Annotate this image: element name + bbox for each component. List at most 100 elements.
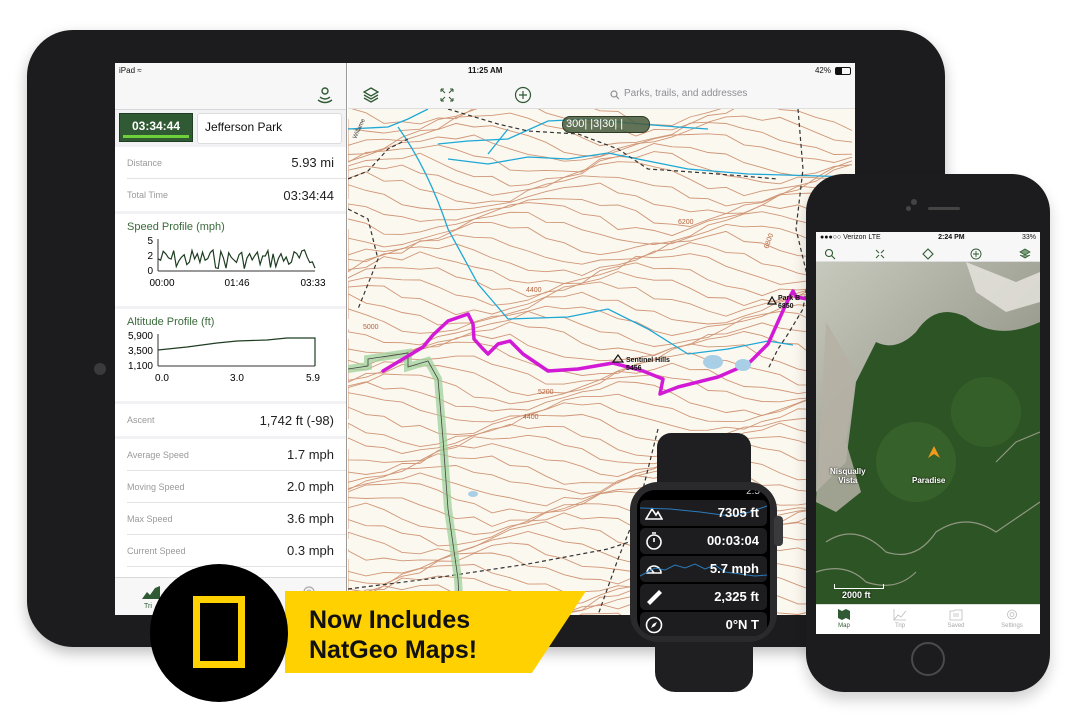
device-name: iPad	[119, 66, 136, 75]
watch-row-distance[interactable]: 2,325 ft	[640, 584, 767, 610]
contour-line	[348, 304, 853, 336]
contour-line	[348, 133, 853, 163]
locate-icon[interactable]	[922, 248, 934, 260]
map-search-input[interactable]: Parks, trails, and addresses	[624, 88, 747, 99]
contour-line	[348, 192, 853, 227]
tab-label: Saved	[947, 623, 965, 629]
phone-battery: 33%	[1021, 234, 1036, 241]
satellite-map[interactable]: Nisqually Vista Paradise 2000 ft	[816, 262, 1040, 604]
stat-row-ascent: Ascent 1,742 ft (-98)	[127, 404, 346, 436]
phone-home-button[interactable]	[911, 642, 945, 676]
search-icon	[610, 90, 620, 100]
stat-row-max-speed: Max Speed 3.6 mph	[127, 503, 346, 535]
contour-label: 6200	[678, 219, 694, 226]
add-icon[interactable]	[970, 248, 982, 260]
battery-icon	[835, 67, 851, 75]
watch-value: 7305 ft	[717, 505, 759, 520]
tab-label: Trip	[894, 623, 906, 629]
watch-crown[interactable]	[774, 516, 783, 546]
y-tick: 5,900	[128, 331, 153, 342]
trip-name-field[interactable]: Jefferson Park	[197, 113, 342, 144]
status-battery: 42%	[814, 66, 831, 75]
x-tick: 01:46	[224, 278, 249, 289]
y-tick: 0	[147, 266, 153, 277]
tab-label: Settings	[1001, 623, 1023, 629]
ipad-status-bar: iPad ≈	[115, 63, 346, 81]
watch-row-speed[interactable]: 5.7 mph	[640, 556, 767, 582]
gear-icon	[1007, 609, 1017, 620]
natgeo-logo-icon	[193, 596, 245, 668]
trip-panel: iPad ≈ 03:34:44 Jefferson Park Distance …	[115, 63, 347, 615]
tab-saved[interactable]: Saved	[928, 605, 984, 634]
contour-line	[348, 401, 853, 436]
altitude-profile-chart: 5,900 3,500 1,100 0.0 3.0 5.9	[128, 331, 320, 384]
watch-value: 00:03:04	[706, 533, 759, 548]
stat-label: Moving Speed	[127, 481, 185, 492]
natgeo-banner-text: Now Includes NatGeo Maps!	[309, 605, 477, 665]
watch-value: 5.7 mph	[709, 561, 759, 576]
y-tick: 5	[147, 236, 153, 247]
trip-timer[interactable]: 03:34:44	[119, 113, 193, 142]
fullscreen-icon[interactable]	[438, 86, 456, 104]
layers-icon[interactable]	[362, 86, 380, 104]
add-icon[interactable]	[514, 86, 532, 104]
altitude-profile-title: Altitude Profile (ft)	[127, 316, 215, 328]
phone-tab-bar: Map Trip Saved Settings	[816, 604, 1040, 634]
stat-row-moving-speed: Moving Speed 2.0 mph	[127, 471, 346, 503]
peak-elevation: 6850	[778, 303, 794, 310]
stat-label: Average Speed	[127, 449, 189, 460]
contour-label: 5200	[538, 389, 554, 396]
stat-value: 5.93 mi	[291, 155, 334, 170]
contour-line	[348, 230, 853, 267]
contour-line	[348, 381, 853, 417]
tab-map[interactable]: Map	[816, 605, 872, 634]
tab-settings[interactable]: Settings	[984, 605, 1040, 634]
stat-row-average-speed: Average Speed 1.7 mph	[127, 439, 346, 471]
peak-label-park: Park B	[778, 295, 800, 302]
map-icon	[838, 609, 850, 620]
trip-tab-label[interactable]: Tri	[144, 603, 152, 610]
watch-value: 2,325 ft	[714, 589, 759, 604]
speed-profile-card: Speed Profile (mph) 5 2 0 00:00 01:46 03…	[115, 214, 346, 306]
altitude-line	[157, 337, 316, 366]
phone-toolbar	[816, 246, 1040, 262]
contour-label: 5000	[363, 324, 379, 331]
stat-label: Ascent	[127, 415, 155, 425]
stat-value: 2.0 mph	[287, 479, 334, 494]
peak-elevation: 5456	[626, 365, 642, 372]
tracking-icon[interactable]	[316, 85, 334, 105]
contour-line	[348, 414, 853, 448]
contour-line	[348, 182, 853, 215]
x-tick: 0.0	[155, 373, 169, 384]
stat-value: 0.3 mph	[287, 543, 334, 558]
phone-status-bar: ●●●○○ Verizon LTE 2:24 PM 33%	[816, 232, 1040, 246]
map-status-bar: 11:25 AM 42%	[348, 63, 855, 81]
trip-tab-icon[interactable]	[141, 584, 161, 600]
promo-stage: iPad ≈ 03:34:44 Jefferson Park Distance …	[0, 0, 1075, 727]
search-icon[interactable]	[824, 248, 836, 260]
summary-stats: Distance 5.93 mi Total Time 03:34:44	[115, 147, 346, 211]
contour-line	[348, 422, 853, 458]
watch-row-duration[interactable]: 00:03:04	[640, 528, 767, 554]
watch-screen: 2:5 7305 ft 00:03:04 5.7 mph 2,325 ft 0°…	[637, 490, 770, 636]
map-toolbar: Parks, trails, and addresses	[348, 81, 855, 109]
watch-row-heading[interactable]: 0°N T	[640, 612, 767, 636]
x-tick: 00:00	[149, 278, 174, 289]
watch-row-altitude[interactable]: 7305 ft	[640, 500, 767, 526]
ipad-camera	[94, 363, 106, 375]
layers-icon[interactable]	[1019, 248, 1031, 260]
place-label-nisqually: Nisqually Vista	[830, 467, 866, 485]
phone-screen: ●●●○○ Verizon LTE 2:24 PM 33% Nisqually …	[816, 232, 1040, 634]
contour-line	[348, 222, 853, 256]
fullscreen-icon[interactable]	[874, 248, 886, 260]
panel-header	[115, 81, 346, 110]
contour-line	[348, 211, 853, 248]
speed-profile-chart: 5 2 0 00:00 01:46 03:33	[147, 236, 326, 289]
altitude-profile-card: Altitude Profile (ft) 5,900 3,500 1,100 …	[115, 309, 346, 401]
stat-value: 03:34:44	[283, 187, 334, 203]
scale-label: 2000 ft	[842, 590, 871, 600]
speed-line	[157, 248, 316, 270]
peak-marker	[611, 353, 625, 363]
tab-trip[interactable]: Trip	[872, 605, 928, 634]
contour-label: 4400	[526, 287, 542, 294]
